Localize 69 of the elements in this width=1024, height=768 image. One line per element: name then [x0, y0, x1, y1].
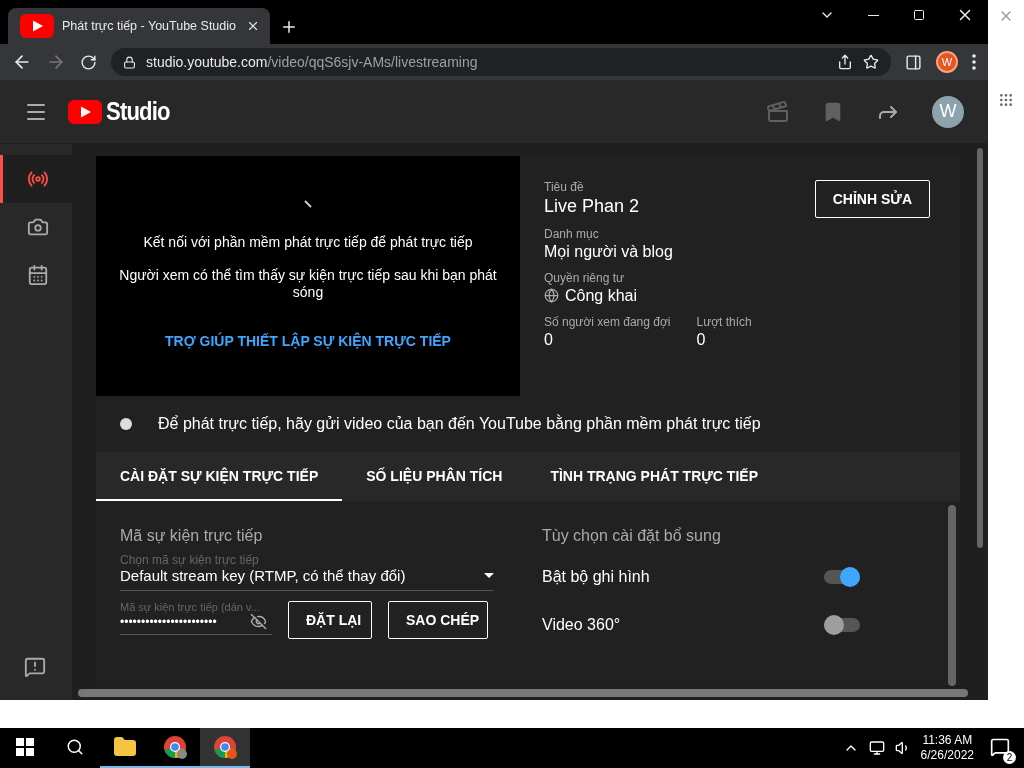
nav-item[interactable] [0, 155, 72, 203]
feedback-icon[interactable] [24, 656, 46, 678]
section-heading: Mã sự kiện trực tiếp [120, 527, 264, 545]
field-label: Danh mục [544, 227, 600, 241]
field-label: Tiêu đề [544, 180, 585, 194]
taskbar-app[interactable] [200, 728, 250, 768]
browser-icon [163, 735, 187, 759]
status-dot [120, 418, 132, 430]
camera-icon [26, 216, 49, 238]
share-icon[interactable] [837, 54, 853, 70]
clock[interactable]: 11:36 AM 6/26/2022 [920, 733, 974, 763]
minimize-icon [867, 14, 879, 16]
address-bar[interactable]: studio.youtube.com/video/qqS6sjv-AMs/livestreaming [111, 48, 891, 76]
scrollbar-thumb[interactable] [977, 148, 983, 548]
browser-tab[interactable]: Phát trực tiếp - YouTube Studio [8, 8, 270, 44]
stream-key-input[interactable]: ••••••••••••••••••••••• [120, 614, 244, 629]
preview-message: Kết nối với phần mềm phát trực tiếp để phát trực tiếp [143, 234, 473, 251]
toggle-label: Video 360° [542, 616, 621, 634]
network-icon[interactable] [868, 740, 885, 756]
new-tab-button[interactable] [280, 18, 298, 36]
more-icon [972, 54, 976, 70]
stat-value: 0 [544, 331, 554, 349]
grid-icon[interactable] [998, 92, 1014, 108]
search-icon [66, 738, 84, 756]
browser-profile-icon [213, 735, 237, 759]
url-text: studio.youtube.com/video/qqS6sjv-AMs/livestreaming [146, 54, 479, 70]
toggle-label: Bật bộ ghi hình [542, 568, 650, 586]
stat-value: 0 [696, 331, 707, 349]
stat-label: Số người xem đang đợi [544, 315, 671, 329]
globe-icon [544, 287, 559, 303]
start-icon[interactable] [16, 738, 34, 756]
side-panel-button[interactable] [905, 53, 922, 71]
toggle-switch[interactable] [824, 570, 860, 584]
logo-text: Studio [106, 96, 170, 127]
menu-button[interactable] [972, 54, 976, 70]
field-label: Quyền riêng tư [544, 271, 626, 285]
field-value: Công khai [565, 287, 638, 305]
status-text: Để phát trực tiếp, hãy gửi video của bạn đến YouTube bằng phần mềm phát trực tiếp [158, 415, 761, 433]
field-value: Live Phan 2 [544, 196, 641, 217]
help-link[interactable]: TRỢ GIÚP THIẾT LẬP SỰ KIỆN TRỰC TIẾP [165, 333, 451, 349]
notification-count: 2 [1003, 750, 1016, 764]
field-value: Mọi người và blog [544, 243, 674, 261]
play-logo-icon [68, 99, 102, 124]
field-label: Mã sự kiện trực tiếp (dán v... [120, 601, 261, 613]
toggle-switch[interactable] [824, 618, 860, 632]
scrollbar-thumb[interactable] [948, 505, 956, 686]
tab[interactable]: SỐ LIỆU PHÂN TÍCH [342, 452, 527, 501]
scrollbar-thumb[interactable] [78, 689, 968, 697]
tab[interactable]: TÌNH TRẠNG PHÁT TRỰC TIẾP [526, 452, 782, 501]
eye-off-icon[interactable] [250, 613, 267, 630]
calendar-icon [26, 264, 49, 286]
section-heading: Tùy chọn cài đặt bổ sung [542, 527, 722, 545]
outline-button[interactable]: ĐẶT LẠI [288, 601, 372, 639]
profile-button[interactable]: W [936, 51, 958, 73]
tab-title: Phát trực tiếp - YouTube Studio [62, 19, 237, 33]
folder-icon[interactable] [113, 735, 137, 759]
lock-icon [123, 55, 136, 69]
edit-button[interactable]: CHỈNH SỬA [814, 180, 930, 218]
reload-button[interactable] [80, 53, 97, 71]
stream-key-select[interactable]: Chọn mã sự kiện trực tiếp Default stream key (RTMP, có thể thay đổi) [120, 553, 494, 591]
dropdown-caret-icon [484, 573, 494, 578]
bookmark-star-icon[interactable] [863, 54, 879, 70]
outline-button[interactable]: SAO CHÉP [388, 601, 488, 639]
maximize-icon [913, 9, 925, 21]
close-icon[interactable] [246, 19, 260, 33]
stat-label: Lượt thích [696, 315, 752, 329]
spinner-icon [304, 200, 312, 208]
play-logo-icon [20, 14, 54, 38]
preview-message: Người xem có thể tìm thấy sự kiện trực tiếp sau khi bạn phát sóng [118, 267, 498, 301]
